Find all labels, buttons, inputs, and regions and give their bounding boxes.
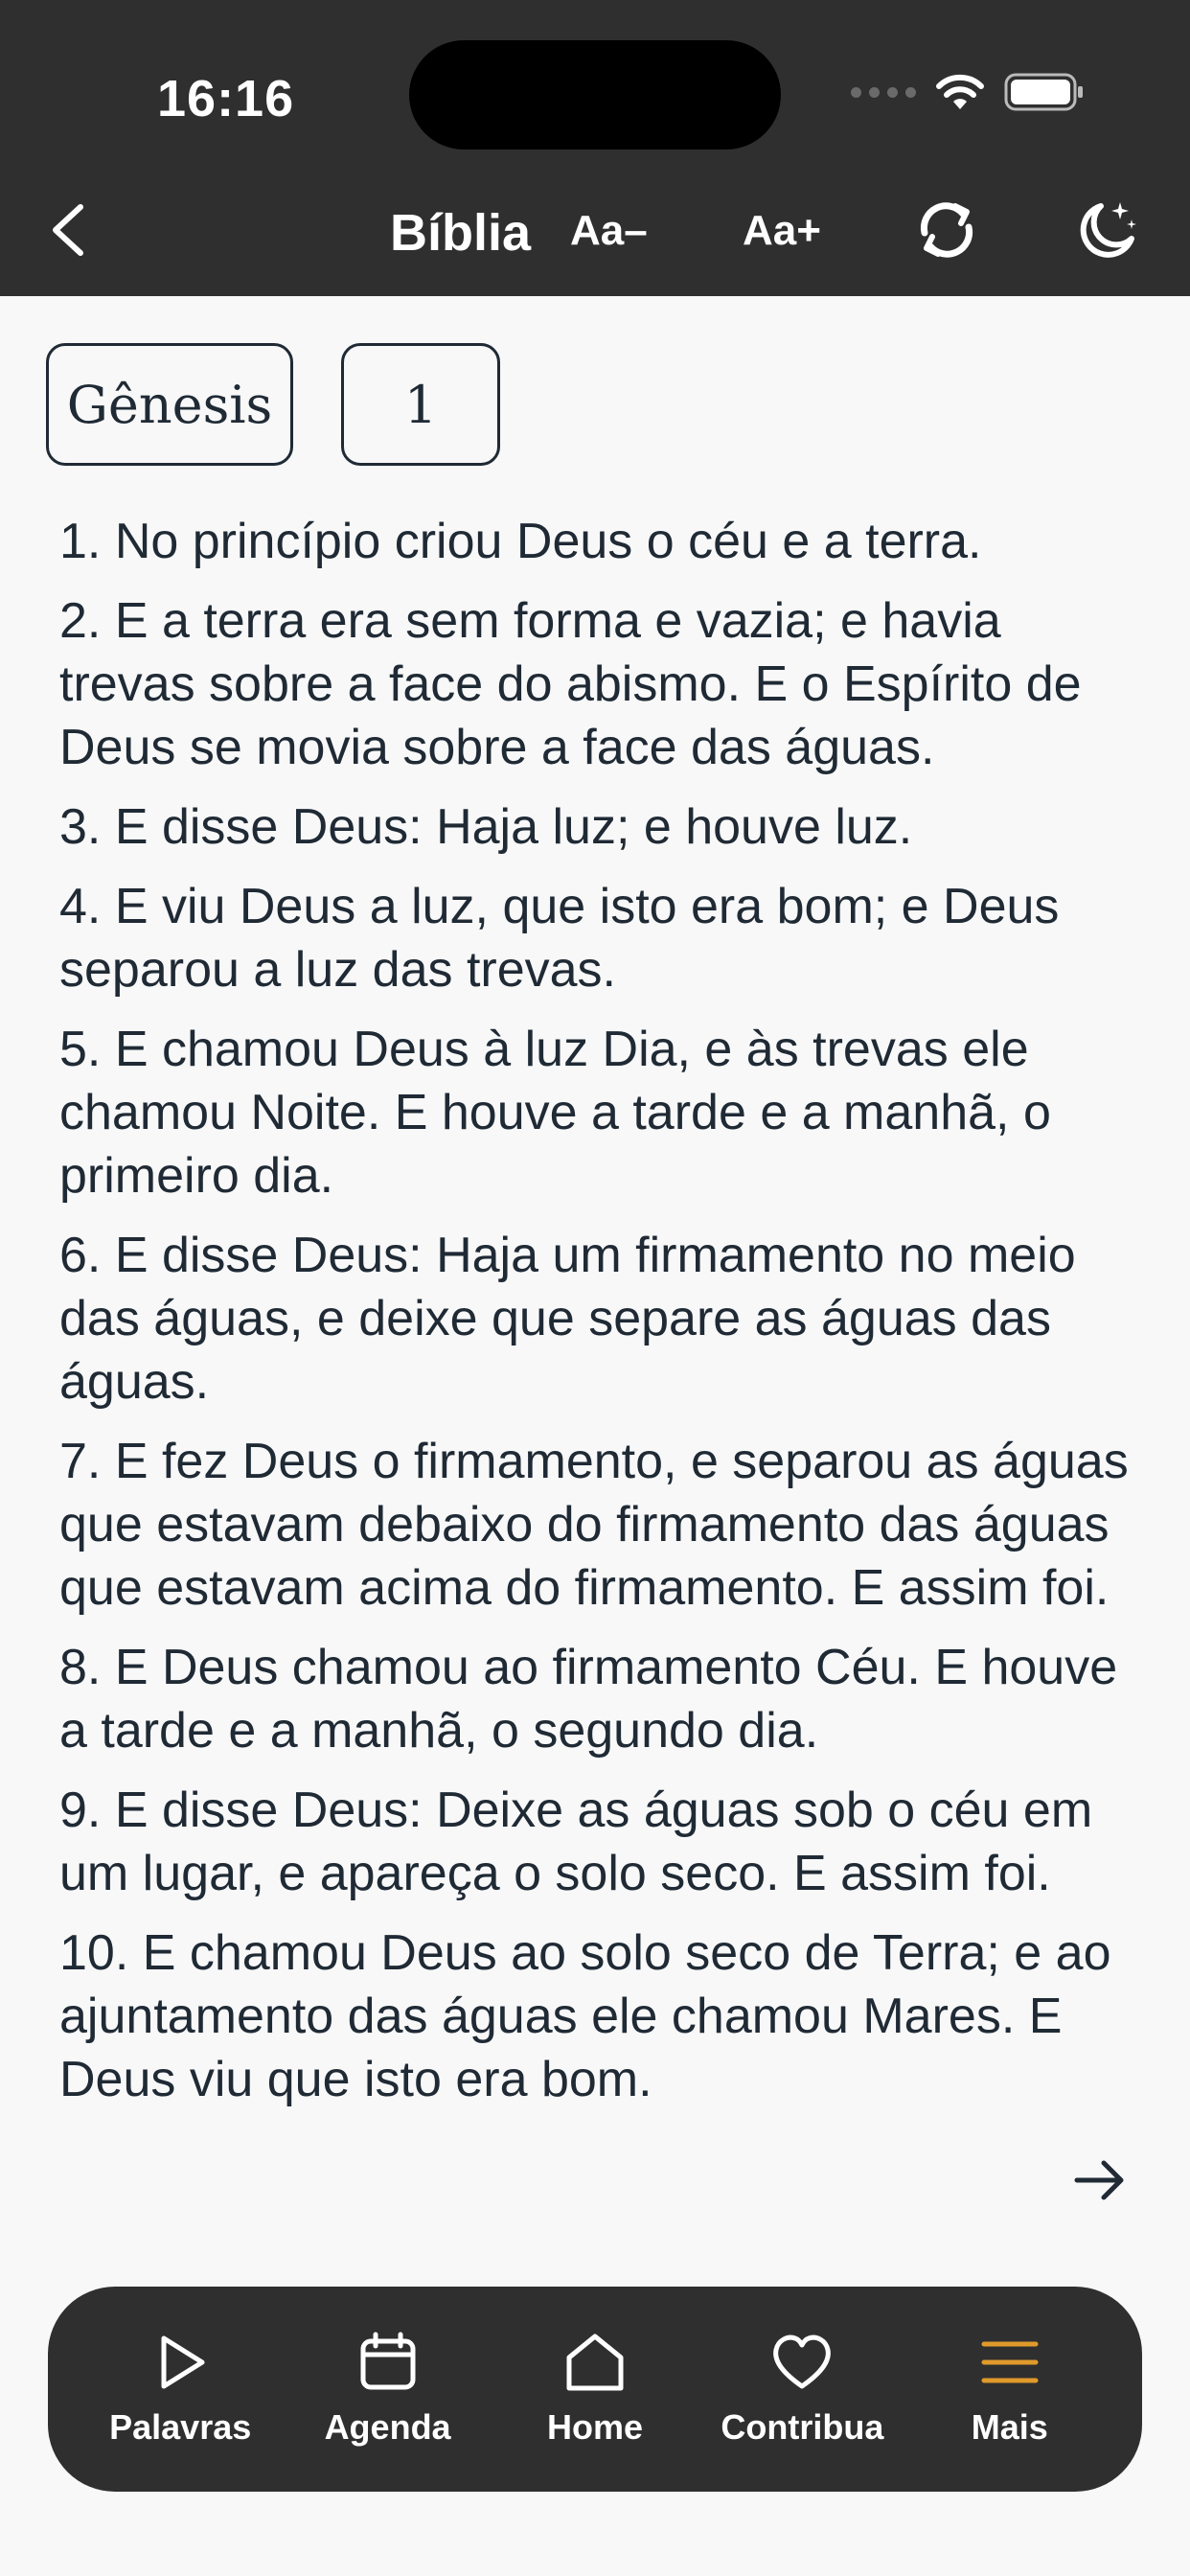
- dynamic-island: [409, 40, 781, 150]
- verse: 8. E Deus chamou ao firmamento Céu. E ho…: [59, 1640, 1118, 1759]
- page-title: Bíblia: [390, 204, 532, 262]
- tab-mais[interactable]: Mais: [914, 2331, 1106, 2448]
- chapter-selector[interactable]: 1: [341, 343, 500, 466]
- night-mode-icon[interactable]: [1074, 196, 1141, 264]
- play-icon: [161, 2335, 205, 2389]
- sync-icon[interactable]: [913, 196, 980, 264]
- verse: 6. E disse Deus: Haja um firmamento no m…: [59, 1228, 1076, 1410]
- cellular-signal-icon: [851, 86, 916, 98]
- top-bar: 16:16 Bíblia Aa– Aa+: [0, 0, 1190, 296]
- tab-label: Agenda: [324, 2407, 451, 2447]
- tab-contribua[interactable]: Contribua: [706, 2331, 898, 2448]
- bible-screen: 16:16 Bíblia Aa– Aa+ Gênesis 1 1. No pri…: [0, 0, 1190, 2576]
- verse: 5. E chamou Deus à luz Dia, e às trevas …: [59, 1022, 1051, 1204]
- decrease-font-button[interactable]: Aa–: [570, 207, 648, 255]
- heart-icon: [773, 2334, 832, 2389]
- verse: 10. E chamou Deus ao solo seco de Terra;…: [59, 1925, 1111, 2107]
- passage-selectors: Gênesis 1: [46, 343, 500, 466]
- tab-label: Palavras: [109, 2407, 252, 2447]
- verse: 9. E disse Deus: Deixe as águas sob o cé…: [59, 1782, 1093, 1901]
- navigation-bar: Bíblia Aa– Aa+: [0, 172, 1190, 288]
- menu-icon: [981, 2341, 1039, 2383]
- increase-font-button[interactable]: Aa+: [743, 207, 821, 255]
- tab-label: Contribua: [721, 2407, 884, 2447]
- verse: 2. E a terra era sem forma e vazia; e ha…: [59, 593, 1082, 775]
- tab-label: Home: [546, 2407, 643, 2447]
- back-arrow-icon[interactable]: [46, 201, 90, 259]
- tab-agenda[interactable]: Agenda: [292, 2331, 484, 2448]
- next-chapter-arrow-icon[interactable]: [1071, 2151, 1129, 2209]
- battery-icon: [1004, 72, 1085, 112]
- tab-home[interactable]: Home: [499, 2331, 691, 2448]
- tab-label: Mais: [971, 2407, 1048, 2447]
- tab-palavras[interactable]: Palavras: [84, 2331, 276, 2448]
- verse: 3. E disse Deus: Haja luz; e houve luz.: [59, 799, 913, 855]
- status-indicators: [851, 72, 1085, 112]
- verse: 4. E viu Deus a luz, que isto era bom; e…: [59, 879, 1060, 998]
- calendar-icon: [360, 2332, 416, 2390]
- book-selector[interactable]: Gênesis: [46, 343, 293, 466]
- verse: 1. No princípio criou Deus o céu e a ter…: [59, 514, 982, 569]
- bottom-tab-bar: Palavras Agenda Home Contribua Mais: [48, 2287, 1142, 2492]
- verse-list: 1. No princípio criou Deus o céu e a ter…: [59, 510, 1142, 2271]
- wifi-icon: [935, 73, 985, 111]
- verse: 7. E fez Deus o firmamento, e separou as…: [59, 1434, 1129, 1616]
- home-icon: [566, 2334, 624, 2391]
- status-time: 16:16: [157, 70, 295, 127]
